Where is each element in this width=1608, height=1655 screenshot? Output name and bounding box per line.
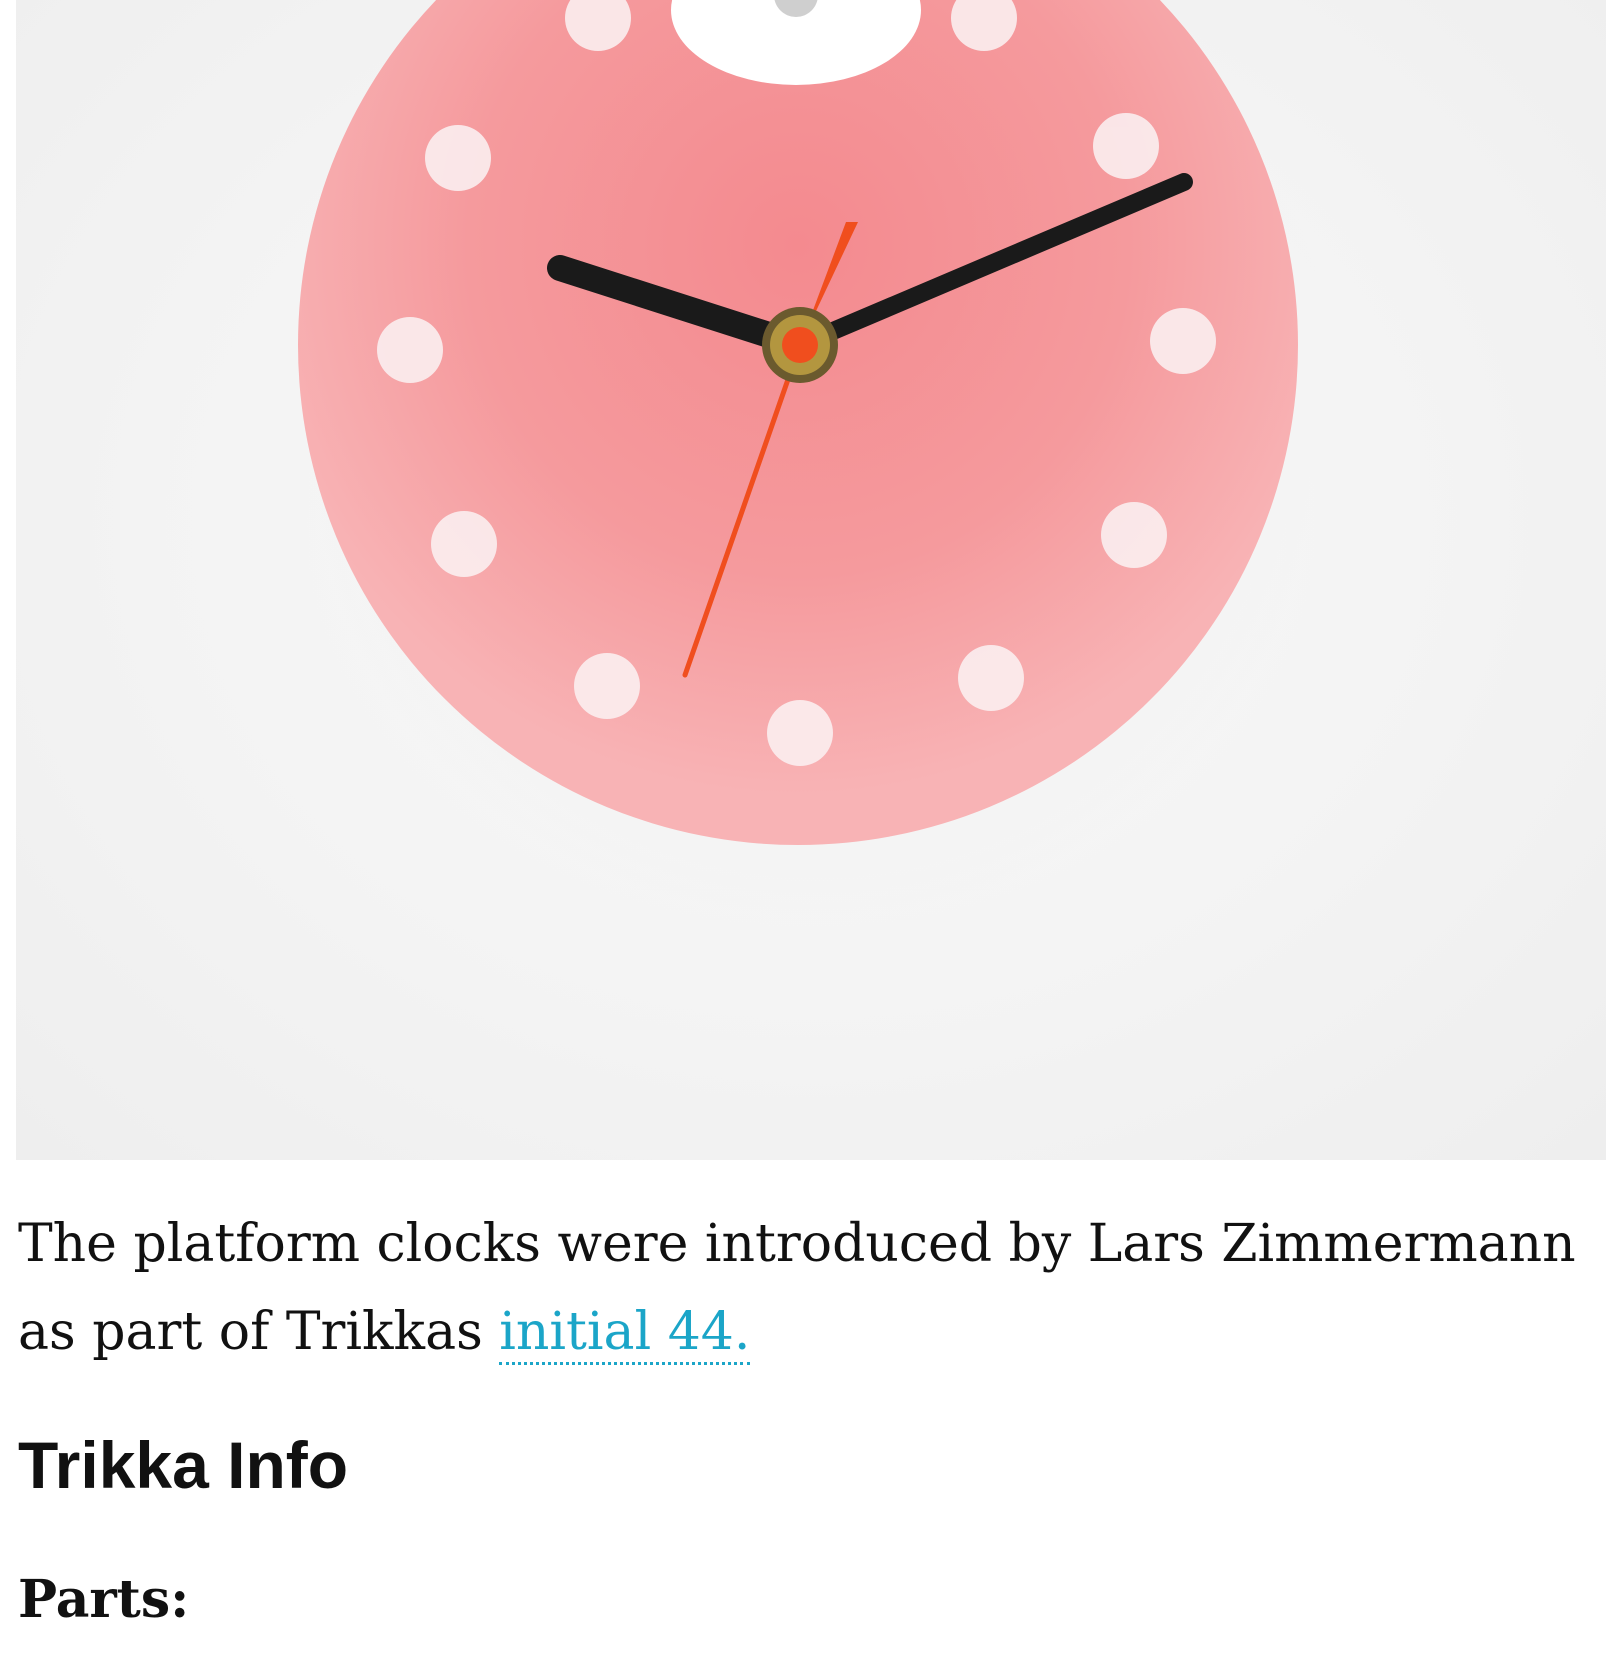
pink-wall-clock-icon xyxy=(296,0,1336,930)
clock-photo xyxy=(16,0,1606,1160)
section-title: Trikka Info xyxy=(18,1428,349,1502)
photo-caption: The platform clocks were introduced by L… xyxy=(18,1200,1578,1376)
caption-text: The platform clocks were introduced by L… xyxy=(18,1214,1576,1362)
parts-label: Parts: xyxy=(18,1569,190,1630)
initial-44-link[interactable]: initial 44. xyxy=(499,1302,751,1365)
clock-center-cap xyxy=(782,327,818,363)
